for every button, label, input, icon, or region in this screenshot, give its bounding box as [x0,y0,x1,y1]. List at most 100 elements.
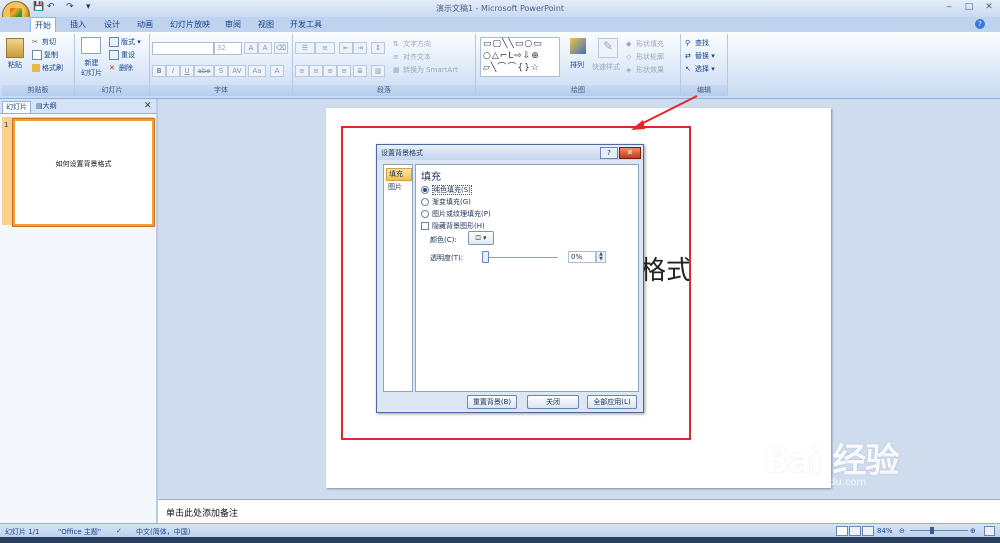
tab-insert[interactable]: 插入 [66,18,90,31]
format-painter-button[interactable]: 格式刷 [32,63,63,73]
zoom-level[interactable]: 84% [877,527,893,535]
distributed-button[interactable]: ≣ [353,65,367,77]
tab-design[interactable]: 设计 [100,18,124,31]
tab-home[interactable]: 开始 [30,17,56,33]
picture-fill-option[interactable]: 图片或纹理填充(P) [421,209,491,219]
copy-button[interactable]: 复制 [32,50,58,60]
numbering-button[interactable]: ≡ [315,42,335,54]
reset-background-button[interactable]: 重置背景(B) [467,395,517,409]
increase-indent-button[interactable]: ⇥ [353,42,367,54]
arrange-icon[interactable] [570,38,586,54]
brush-icon [32,64,40,72]
shape-fill-button[interactable]: ◆ 形状填充 [626,39,664,49]
italic-button[interactable]: I [166,65,180,77]
zoom-out-icon[interactable]: ⊖ [899,527,905,535]
dialog-close-button[interactable]: ✕ [619,147,641,159]
apply-all-button[interactable]: 全部应用(L) [587,395,637,409]
save-icon[interactable]: 💾 [33,2,44,12]
solid-fill-option[interactable]: 纯色填充(S) [421,185,472,195]
font-color-button[interactable]: A [270,65,284,77]
close-window-button[interactable]: ✕ [980,1,998,14]
layout-button[interactable]: 版式 ▾ [109,37,141,47]
maximize-button[interactable]: □ [960,1,978,14]
transparency-field[interactable]: 0% [568,251,596,263]
transparency-spinner[interactable]: ▲ ▼ [596,251,606,263]
status-language[interactable]: 中文(简体，中国) [136,527,190,537]
tab-slides-pane[interactable]: 幻灯片 [2,101,31,113]
gradient-fill-option[interactable]: 渐变填充(G) [421,197,471,207]
notes-pane[interactable]: 单击此处添加备注 [158,499,1000,524]
slide-thumbnail[interactable]: 如何设置背景格式 [13,119,154,226]
tab-developer[interactable]: 开发工具 [286,18,326,31]
gradient-fill-radio[interactable] [421,198,429,206]
zoom-slider-thumb[interactable] [930,527,934,534]
underline-button[interactable]: U [180,65,194,77]
quick-styles-icon[interactable]: ✎ [598,38,618,58]
grow-font-button[interactable]: A [244,42,258,54]
align-right-button[interactable]: ≡ [323,65,337,77]
smartart-button[interactable]: ▦ 转换为 SmartArt [393,65,458,75]
align-text-button[interactable]: ≡ 对齐文本 [393,52,431,62]
new-slide-icon[interactable] [81,37,101,54]
char-spacing-button[interactable]: AV [228,65,246,77]
find-button[interactable]: ⚲ 查找 [685,38,709,48]
picture-fill-radio[interactable] [421,210,429,218]
shape-effects-button[interactable]: ◈ 形状效果 [626,65,664,75]
transparency-slider-thumb[interactable] [482,251,489,263]
solid-fill-radio[interactable] [421,186,429,194]
font-name-field[interactable] [152,42,214,55]
shadow-button[interactable]: S [214,65,228,77]
align-left-button[interactable]: ≡ [295,65,309,77]
change-case-button[interactable]: Aa [248,65,266,77]
nav-fill[interactable]: 填充 [386,168,412,181]
strikethrough-button[interactable]: abe [194,65,214,77]
align-center-button[interactable]: ≡ [309,65,323,77]
undo-icon[interactable]: ↶ [47,2,55,12]
zoom-in-icon[interactable]: ⊕ [970,527,976,535]
hide-graphics-option[interactable]: 隐藏背景图形(H) [421,221,485,231]
tab-outline-pane[interactable]: ▤大纲 [33,101,60,112]
paste-button[interactable]: 粘贴 [8,60,22,70]
spellcheck-icon[interactable]: ✓ [116,527,122,535]
paste-icon[interactable] [6,38,24,58]
bullets-button[interactable]: ☰ [295,42,315,54]
slides-group-label: 幻灯片 [75,85,149,96]
shrink-font-button[interactable]: A [258,42,272,54]
font-size-field[interactable]: 32 [214,42,242,55]
decrease-indent-button[interactable]: ⇤ [339,42,353,54]
delete-slide-button[interactable]: ✕ 删除 [109,63,133,73]
minimize-button[interactable]: ‒ [940,1,958,14]
select-button[interactable]: ↖ 选择 ▾ [685,64,715,74]
close-pane-icon[interactable]: ✕ [144,101,152,111]
shape-outline-button[interactable]: ◇ 形状轮廓 [626,52,664,62]
tab-slideshow[interactable]: 幻灯片放映 [166,18,214,31]
new-slide-button[interactable]: 新建 幻灯片 [81,58,102,78]
sorter-view-icon[interactable] [849,526,861,536]
clear-format-button[interactable]: ⌫ [274,42,288,54]
quick-styles-button[interactable]: 快速样式 [592,62,620,72]
line-spacing-button[interactable]: ↕ [371,42,385,54]
justify-button[interactable]: ≡ [337,65,351,77]
arrange-button[interactable]: 排列 [570,60,584,70]
hide-graphics-checkbox[interactable] [421,222,429,230]
bold-button[interactable]: B [152,65,166,77]
help-icon[interactable]: ? [975,19,985,29]
tab-review[interactable]: 审阅 [221,18,245,31]
shapes-gallery[interactable]: ▭▢╲╲▭○▭ ○△⌐Լ⇨⇩⊕ ▱╲⌒⌒{}☆ [480,37,560,77]
dialog-help-button[interactable]: ? [600,147,618,159]
fit-window-icon[interactable] [984,526,995,536]
cut-button[interactable]: ✂ 剪切 [32,37,56,47]
redo-icon[interactable]: ↷ [66,2,74,12]
text-direction-button[interactable]: ⇅ 文字方向 [393,39,431,49]
columns-button[interactable]: ▥ [371,65,385,77]
color-picker-button[interactable]: ⛋ ▾ [468,231,494,245]
dialog-close-text-button[interactable]: 关闭 [527,395,579,409]
normal-view-icon[interactable] [836,526,848,536]
nav-picture[interactable]: 图片 [386,182,410,193]
tab-animations[interactable]: 动画 [133,18,157,31]
tab-view[interactable]: 视图 [254,18,278,31]
reset-button[interactable]: 重设 [109,50,135,60]
slideshow-view-icon[interactable] [862,526,874,536]
replace-button[interactable]: ⇄ 替换 ▾ [685,51,715,61]
customize-qat-icon[interactable]: ▾ [86,2,91,12]
